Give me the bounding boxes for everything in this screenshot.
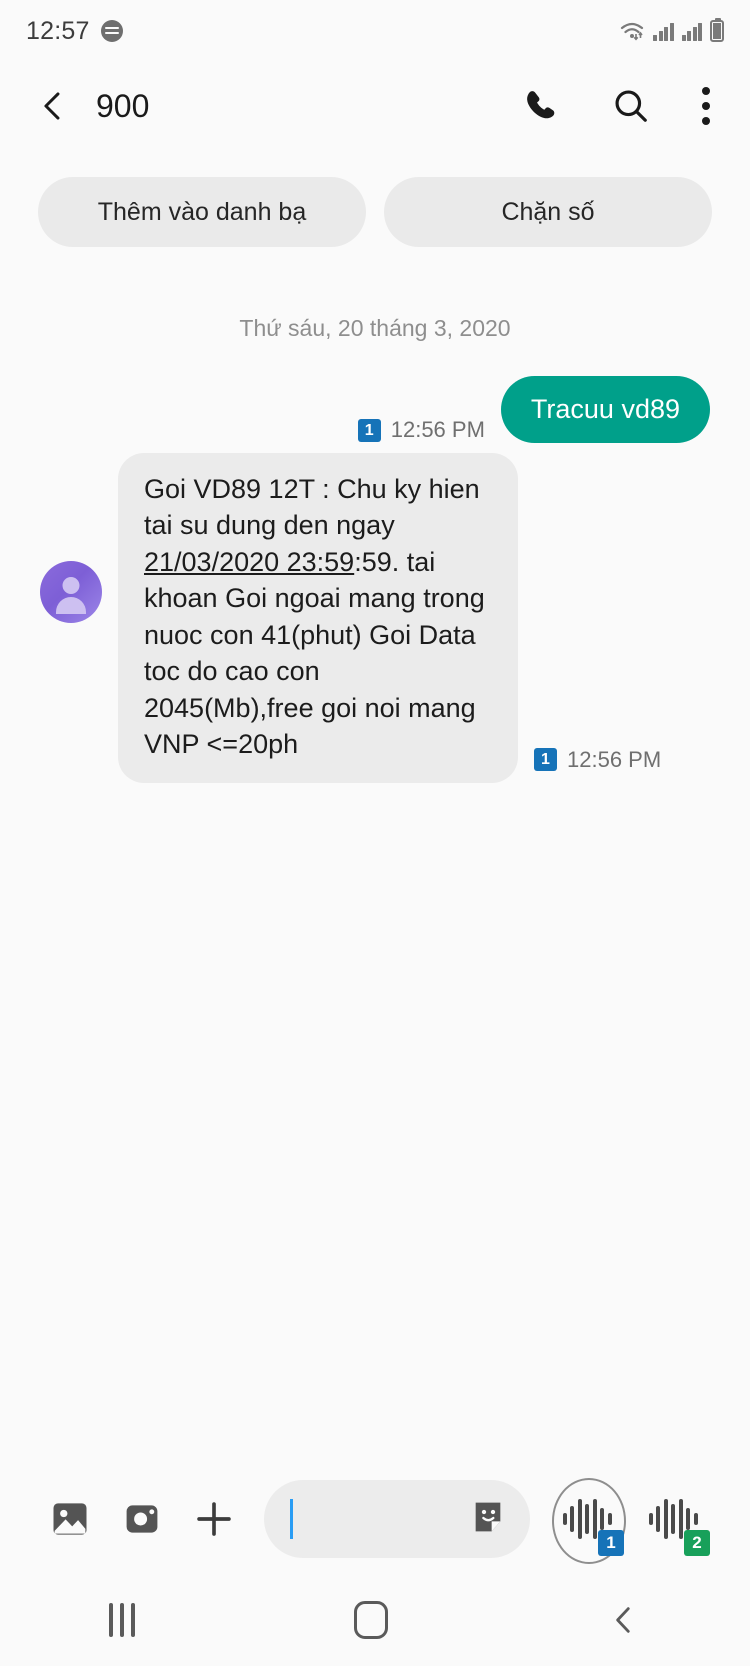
quick-actions: Thêm vào danh bạ Chặn số <box>0 150 750 247</box>
app-bar-actions <box>522 87 710 125</box>
camera-icon <box>126 1505 158 1533</box>
signal-2-icon <box>681 22 702 41</box>
composer-toolbar: 1 2 <box>0 1464 750 1574</box>
battery-icon <box>710 18 724 42</box>
sim-badge: 2 <box>684 1530 710 1556</box>
sticker-button[interactable] <box>468 1497 508 1542</box>
message-row-outgoing: 1 12:56 PM Tracuu vd89 <box>0 376 750 443</box>
more-options-icon[interactable] <box>702 87 710 125</box>
add-attachment-button[interactable] <box>178 1483 250 1555</box>
message-row-incoming: Goi VD89 12T : Chu ky hien tai su dung d… <box>0 453 750 783</box>
system-nav-bar <box>0 1574 750 1666</box>
status-clock: 12:57 <box>26 16 90 45</box>
sim-badge: 1 <box>534 748 557 771</box>
message-meta: 1 12:56 PM <box>357 417 485 443</box>
signal-1-icon <box>653 22 674 41</box>
camera-button[interactable] <box>106 1483 178 1555</box>
page-title: 900 <box>96 87 150 124</box>
gallery-button[interactable] <box>34 1483 106 1555</box>
avatar <box>40 560 102 623</box>
message-text-part: Goi VD89 12T : Chu ky hien tai su dung d… <box>144 474 488 541</box>
text-caret <box>290 1499 293 1539</box>
status-bar-right <box>619 18 724 42</box>
image-icon <box>53 1503 87 1535</box>
wifi-icon <box>620 22 644 41</box>
message-timestamp: 12:56 PM <box>567 746 662 772</box>
nav-back-icon[interactable] <box>607 1603 641 1637</box>
back-arrow-icon[interactable] <box>36 89 70 123</box>
message-bubble-outgoing[interactable]: Tracuu vd89 <box>500 376 710 443</box>
sim-badge: 1 <box>357 418 381 442</box>
home-icon[interactable] <box>353 1601 388 1639</box>
message-meta: 1 12:56 PM <box>534 747 661 773</box>
message-input[interactable] <box>264 1480 530 1558</box>
plus-icon <box>197 1502 231 1536</box>
sim-badge: 1 <box>598 1530 624 1556</box>
send-sim1-button[interactable]: 1 <box>544 1476 630 1564</box>
message-text-part: :59. tai khoan Goi ngoai mang trong nuoc… <box>144 546 493 760</box>
phone-icon[interactable] <box>522 87 560 125</box>
datetime-link[interactable]: 21/03/2020 23:59 <box>144 547 354 577</box>
search-icon[interactable] <box>612 87 650 125</box>
conversation-list: Thứ sáu, 20 tháng 3, 2020 1 12:56 PM Tra… <box>0 247 750 783</box>
add-to-contacts-button[interactable]: Thêm vào danh bạ <box>38 177 366 247</box>
sticker-icon <box>475 1502 501 1531</box>
message-timestamp: 12:56 PM <box>390 417 485 442</box>
status-bar-left: 12:57 <box>26 17 123 46</box>
send-sim2-button[interactable]: 2 <box>630 1476 716 1562</box>
date-separator: Thứ sáu, 20 tháng 3, 2020 <box>239 315 511 341</box>
recents-icon[interactable] <box>109 1603 136 1637</box>
messages-screen: 12:57 900 Thêm vào danh bạ Chặn số Thứ s… <box>0 0 750 1666</box>
status-bar: 12:57 <box>0 0 750 62</box>
block-number-button[interactable]: Chặn số <box>384 177 712 247</box>
spotify-icon <box>100 20 123 42</box>
app-bar: 900 <box>0 62 750 150</box>
message-bubble-incoming[interactable]: Goi VD89 12T : Chu ky hien tai su dung d… <box>118 453 518 783</box>
